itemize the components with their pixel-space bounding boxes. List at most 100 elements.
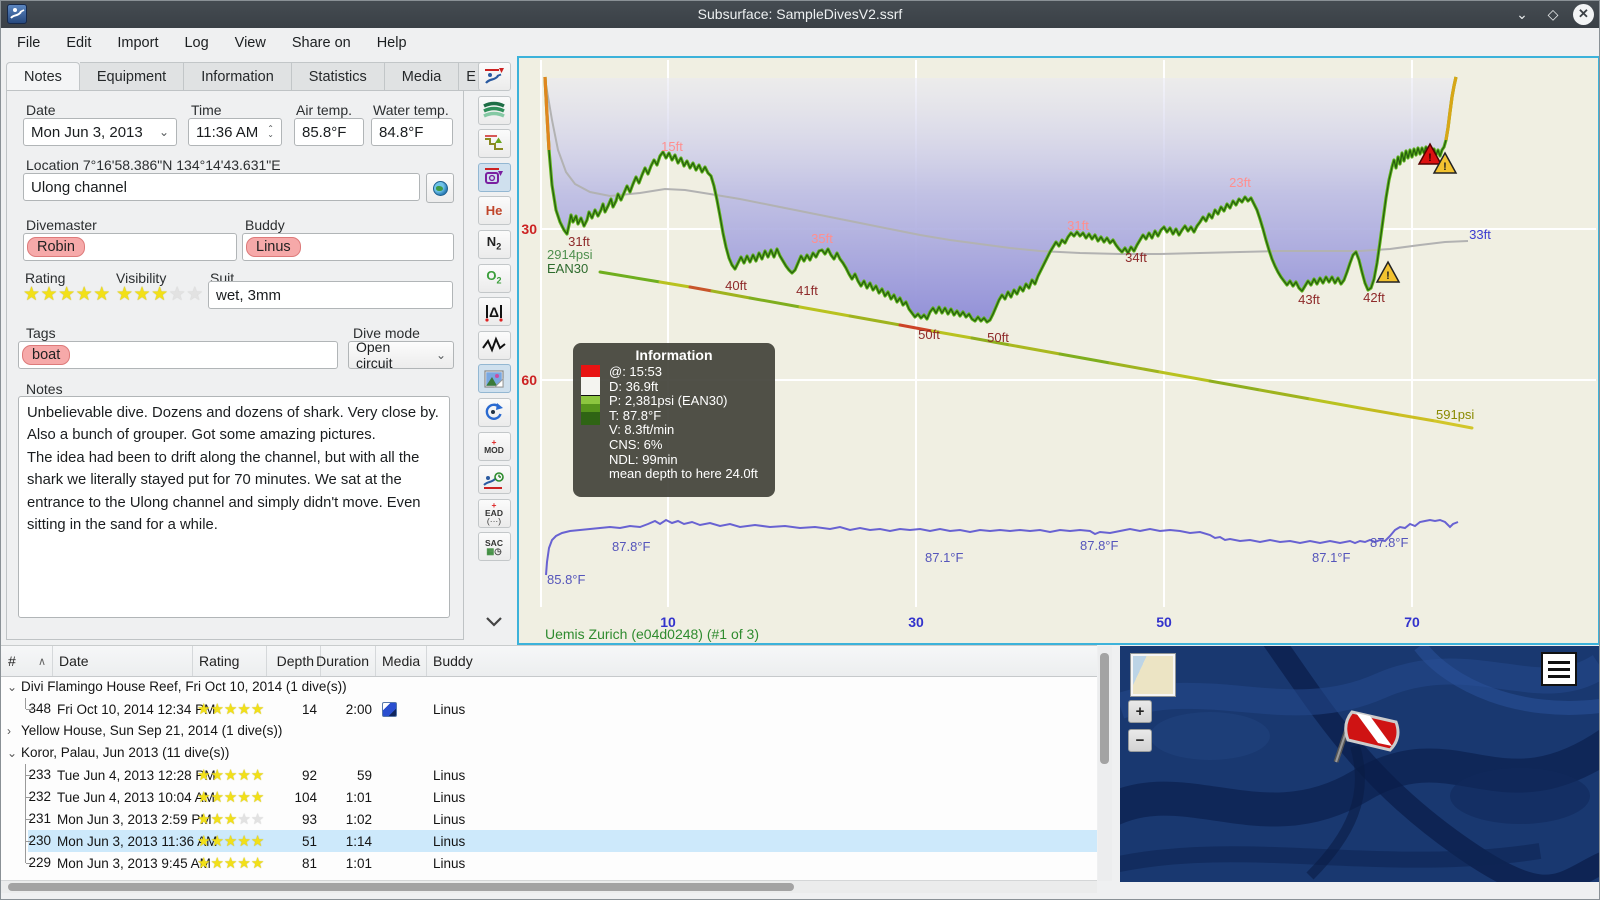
diver-speed-icon[interactable]	[477, 465, 511, 495]
buddy-field[interactable]: Linus	[242, 233, 454, 261]
tooltip-row: V: 8.3ft/min	[609, 422, 675, 438]
collapse-icon[interactable]: ⌄	[7, 742, 17, 764]
restore-zoom-icon[interactable]	[477, 397, 511, 427]
media-photo-icon[interactable]	[382, 701, 397, 717]
map-zoom-out-button[interactable]: −	[1128, 729, 1152, 752]
column-header-num[interactable]: # ∧	[0, 646, 53, 676]
ead-icon[interactable]: + EAD (···)	[477, 498, 511, 528]
location-field[interactable]: Ulong channel	[23, 173, 420, 201]
sac-rate-icon[interactable]: SAC ▦◷	[477, 532, 511, 562]
column-header-media[interactable]: Media	[376, 646, 427, 676]
svg-text:31ft: 31ft	[1067, 218, 1089, 233]
star-icon[interactable]: ★	[58, 284, 76, 305]
star-icon[interactable]: ★	[93, 284, 111, 305]
map-overview-thumbnail[interactable]	[1130, 653, 1176, 697]
menu-share-on[interactable]: Share on	[279, 31, 364, 55]
heart-rate-icon[interactable]	[477, 330, 511, 360]
tab-statistics[interactable]: Statistics	[291, 62, 385, 91]
menu-log[interactable]: Log	[171, 31, 221, 55]
buddy-tag[interactable]: Linus	[246, 237, 301, 257]
air-temp-label: Air temp.	[296, 102, 353, 118]
menu-import[interactable]: Import	[104, 31, 171, 55]
star-icon[interactable]: ★	[116, 284, 134, 305]
photos-icon[interactable]	[477, 364, 511, 394]
dive-mode-select[interactable]: Open circuit ⌄	[348, 339, 454, 371]
star-icon[interactable]: ★	[134, 284, 152, 305]
column-header-depth[interactable]: Depth	[267, 646, 321, 676]
dive-profile-chart[interactable]: 15ft 35ft 31ft 23ft 31ft 40ft 41ft 50ft 50ft 34ft…	[517, 56, 1600, 645]
toolbar-scroll-down-icon[interactable]	[478, 608, 511, 637]
nitrogen-graph-icon[interactable]: N2	[477, 229, 511, 259]
map-menu-button[interactable]	[1541, 652, 1577, 686]
svg-text:87.8°F: 87.8°F	[1370, 535, 1409, 550]
water-temp-field[interactable]: 84.8°F	[371, 118, 453, 146]
oxygen-graph-icon[interactable]: O2	[477, 263, 511, 293]
tab-media[interactable]: Media	[384, 62, 460, 91]
collapse-icon[interactable]: ⌄	[7, 676, 17, 698]
rating-stars[interactable]: ★★★★★	[23, 285, 111, 305]
dive-site-map[interactable]: + −	[1120, 646, 1600, 882]
column-header-buddy[interactable]: Buddy	[427, 646, 1097, 676]
star-icon[interactable]: ★	[23, 284, 41, 305]
tab-information[interactable]: Information	[184, 62, 292, 91]
dive-depth: 51	[301, 833, 317, 849]
trip-row[interactable]: ⌄ Divi Flamingo House Reef, Fri Oct 10, 2…	[0, 676, 1097, 698]
menu-edit[interactable]: Edit	[53, 31, 104, 55]
time-spinner-icon[interactable]: ⌃ ⌄	[261, 125, 274, 139]
dive-trip-mode-icon[interactable]	[477, 62, 511, 91]
star-icon: ★	[223, 788, 238, 806]
mod-icon[interactable]: + MOD	[477, 431, 511, 461]
trip-row[interactable]: ⌄ Koror, Palau, Jun 2013 (11 dive(s))	[0, 742, 1097, 764]
star-icon: ★	[250, 788, 265, 806]
tags-field[interactable]: boat	[18, 341, 338, 369]
minimize-button[interactable]: ⌄	[1511, 3, 1533, 25]
column-header-rating[interactable]: Rating	[193, 646, 267, 676]
divemaster-field[interactable]: Robin	[23, 233, 237, 261]
gradient-factor-icon[interactable]: Δ	[477, 297, 511, 327]
chevron-down-icon[interactable]: ⌄	[153, 125, 169, 139]
calculated-ceiling-icon[interactable]	[477, 129, 511, 159]
tag-boat[interactable]: boat	[22, 345, 71, 365]
menu-view[interactable]: View	[222, 31, 279, 55]
helium-graph-icon[interactable]: He	[477, 196, 511, 226]
star-icon[interactable]: ★	[76, 284, 94, 305]
menu-help[interactable]: Help	[364, 31, 420, 55]
map-canvas[interactable]	[1120, 646, 1600, 882]
air-temp-field[interactable]: 85.8°F	[294, 118, 364, 146]
dive-row-232[interactable]: 232 Tue Jun 4, 2013 10:04 AM ★★★★★ 104 1:01 L…	[0, 786, 1097, 808]
dive-computer-ceiling-icon[interactable]	[477, 162, 511, 192]
star-icon[interactable]: ★	[186, 284, 204, 305]
dive-row-231[interactable]: 231 Mon Jun 3, 2013 2:59 PM ★★★★★ 93 1:02 Lin…	[0, 808, 1097, 830]
vscroll-thumb[interactable]	[1100, 653, 1109, 764]
expand-icon[interactable]: ›	[7, 720, 11, 742]
waves-icon[interactable]	[477, 95, 511, 125]
hscroll-thumb[interactable]	[8, 883, 794, 891]
column-header-date[interactable]: Date	[53, 646, 193, 676]
dive-list-header[interactable]: # ∧ Date Rating Depth Duration Media Buddy	[0, 646, 1097, 677]
dive-row-230[interactable]: 230 Mon Jun 3, 2013 11:36 AM ★★★★★ 51 1:14 Li…	[0, 830, 1097, 852]
vertical-scrollbar[interactable]	[1098, 646, 1112, 881]
map-globe-button[interactable]	[426, 173, 454, 203]
star-icon[interactable]: ★	[151, 284, 169, 305]
tab-notes[interactable]: Notes	[6, 62, 80, 91]
suit-field[interactable]: wet, 3mm	[208, 281, 453, 309]
maximize-button[interactable]: ◇	[1542, 3, 1564, 25]
dive-row-229[interactable]: 229 Mon Jun 3, 2013 9:45 AM ★★★★★ 81 1:01 Lin…	[0, 852, 1097, 874]
close-button[interactable]: ✕	[1573, 3, 1594, 25]
dive-row-233[interactable]: 233 Tue Jun 4, 2013 12:28 PM ★★★★★ 92 59 Linu…	[0, 764, 1097, 786]
menu-file[interactable]: File	[4, 31, 53, 55]
star-icon[interactable]: ★	[169, 284, 187, 305]
tab-equipment[interactable]: Equipment	[79, 62, 185, 91]
divemaster-tag[interactable]: Robin	[27, 237, 85, 257]
time-field[interactable]: 11:36 AM ⌃ ⌄	[188, 118, 282, 146]
trip-row[interactable]: › Yellow House, Sun Sep 21, 2014 (1 dive(…	[0, 720, 1097, 742]
date-field[interactable]: Mon Jun 3, 2013 ⌄	[23, 118, 177, 146]
dive-row-348[interactable]: 348 Fri Oct 10, 2014 12:34 PM ★★★★★ 14 2:00 L…	[0, 698, 1097, 720]
column-header-duration[interactable]: Duration	[316, 646, 376, 676]
dive-rating: ★★★★★	[193, 768, 267, 783]
notes-textarea[interactable]: Unbelievable dive. Dozens and dozens of …	[18, 396, 450, 618]
horizontal-scrollbar[interactable]	[0, 880, 1097, 893]
map-zoom-in-button[interactable]: +	[1128, 700, 1152, 723]
visibility-stars[interactable]: ★★★★★	[116, 285, 204, 305]
star-icon[interactable]: ★	[41, 284, 59, 305]
